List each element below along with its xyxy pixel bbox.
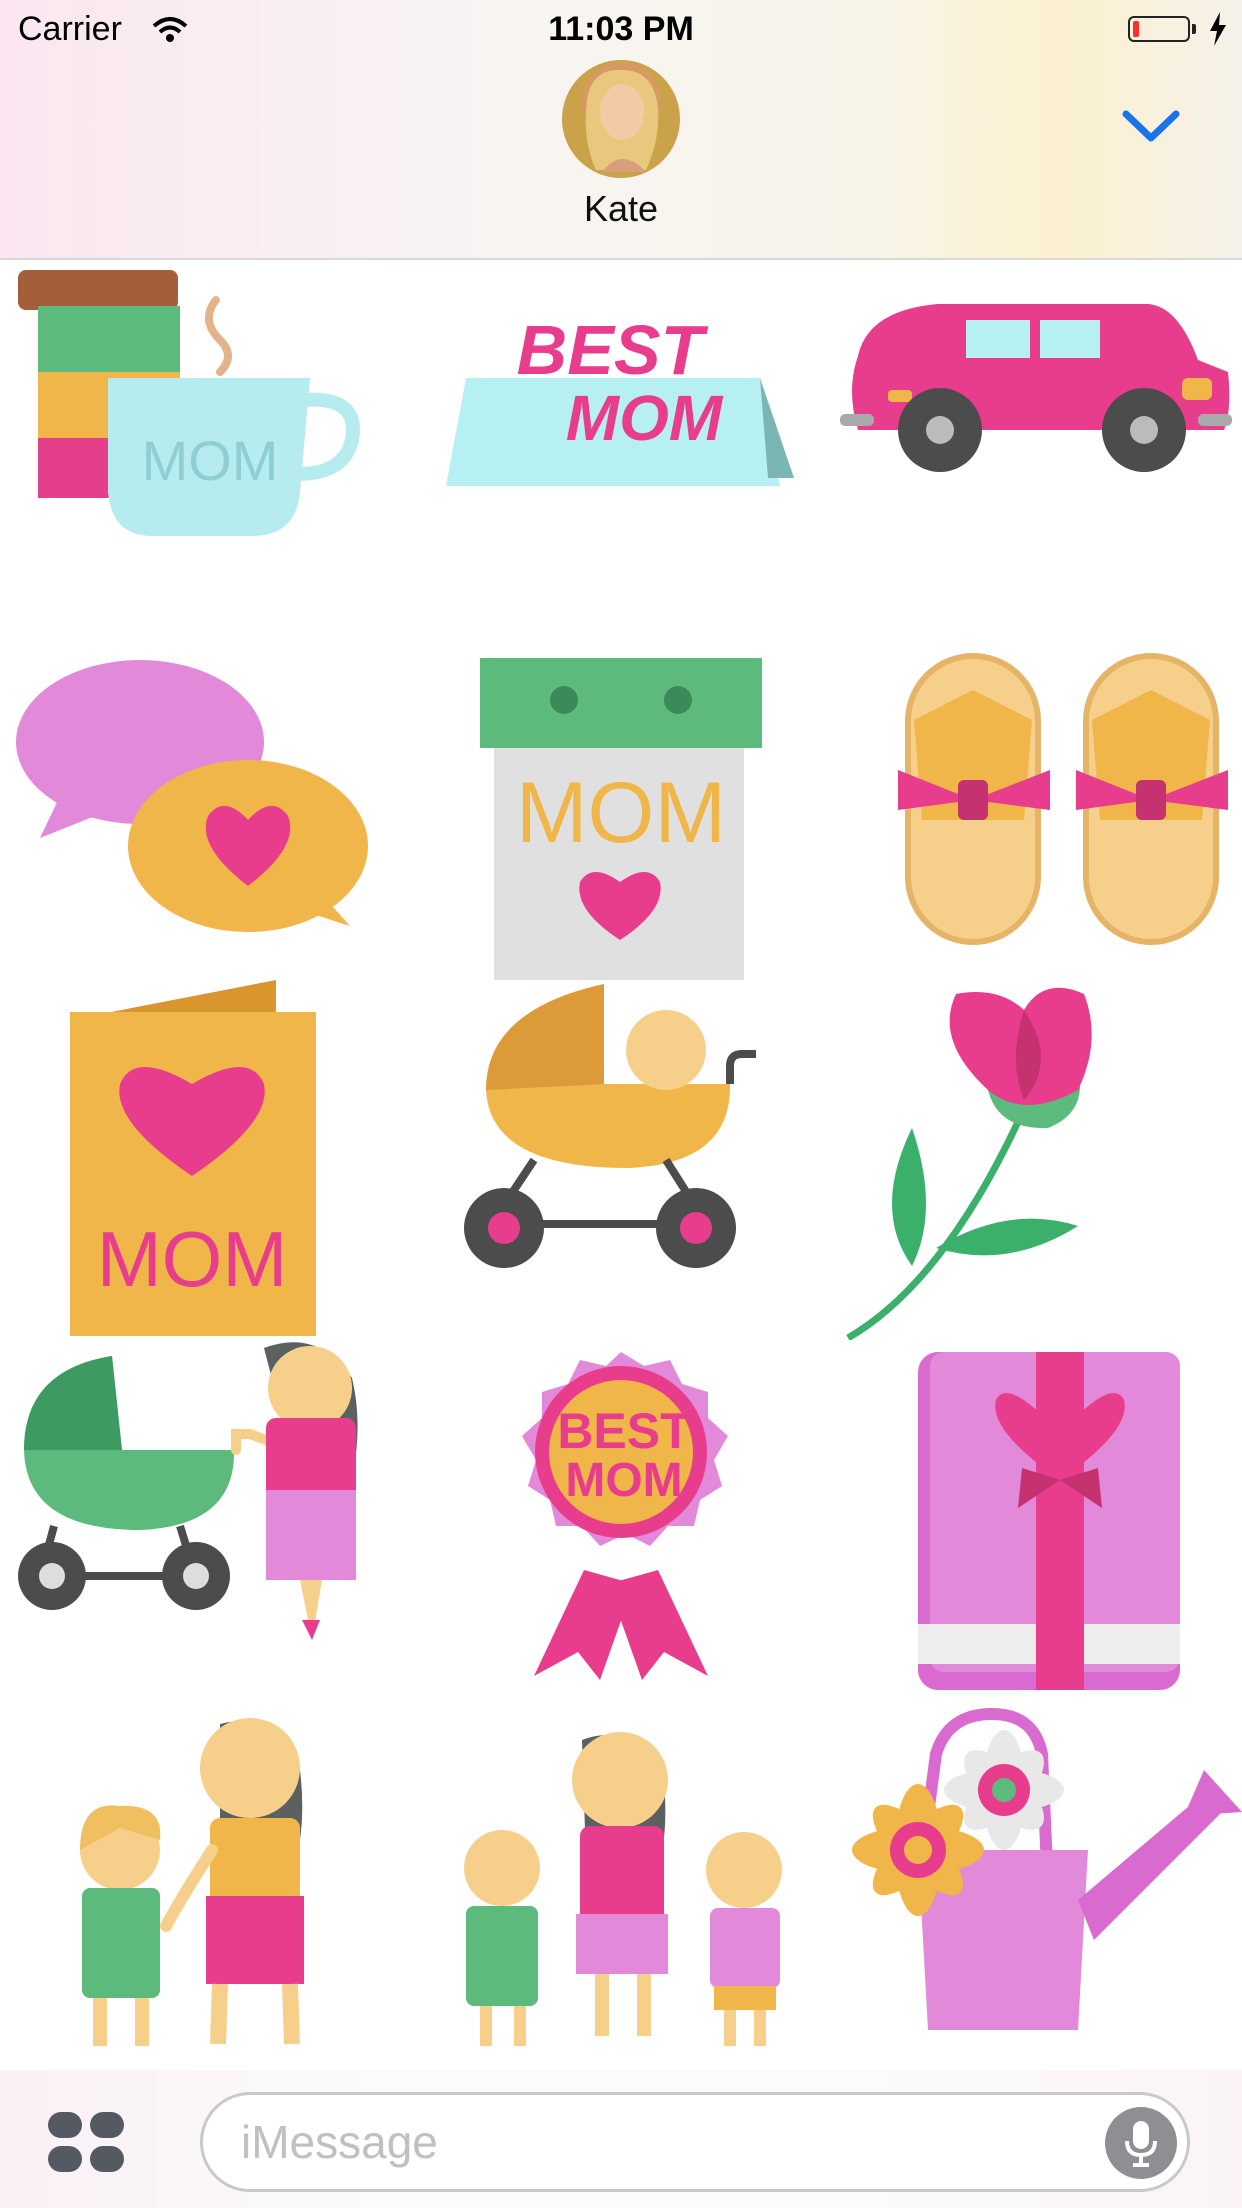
sticker-badge-line1: BEST [557, 1403, 690, 1459]
message-field[interactable] [200, 2092, 1190, 2192]
app-drawer-icon[interactable] [46, 2110, 126, 2174]
microphone-icon[interactable] [1105, 2107, 1177, 2179]
sticker-mom-and-child[interactable] [0, 1700, 414, 2060]
charging-bolt-icon [1208, 12, 1228, 55]
sticker-mom-calendar[interactable]: MOM [414, 620, 828, 980]
battery-icon [1128, 16, 1190, 42]
conversation-header: Carrier 11:03 PM Kate [0, 0, 1242, 260]
sticker-watering-can-flowers[interactable] [828, 1700, 1242, 2060]
sticker-mom-heart-card[interactable]: MOM [0, 980, 414, 1340]
sticker-mug-text: MOM [142, 429, 279, 492]
sticker-best-mom-badge[interactable]: BEST MOM [414, 1340, 828, 1700]
sticker-grid: MOM BEST MOM MOM MOM BEST MOM [0, 260, 1242, 2070]
contact-avatar[interactable] [562, 60, 680, 178]
sticker-pink-car[interactable] [828, 260, 1242, 620]
sticker-baby-stroller[interactable] [414, 980, 828, 1340]
sticker-mom-and-two-kids[interactable] [414, 1700, 828, 2060]
sticker-best-mom-sign[interactable]: BEST MOM [414, 260, 828, 620]
sticker-sign-line2: MOM [566, 382, 724, 454]
compose-bar [0, 2070, 1242, 2208]
sticker-mom-mug-and-books[interactable]: MOM [0, 260, 414, 620]
battery-tip [1192, 24, 1196, 34]
status-bar: Carrier 11:03 PM [0, 0, 1242, 60]
sticker-mom-with-stroller[interactable] [0, 1340, 414, 1700]
sticker-slippers[interactable] [828, 620, 1242, 980]
sticker-card-text: MOM [97, 1215, 288, 1303]
sticker-love-speech-bubbles[interactable] [0, 620, 414, 980]
sticker-pink-rose[interactable] [828, 980, 1242, 1342]
sticker-calendar-text: MOM [516, 765, 726, 861]
message-input[interactable] [239, 2109, 1043, 2175]
contact-name[interactable]: Kate [0, 188, 1242, 230]
sticker-sign-line1: BEST [517, 311, 709, 389]
chevron-down-icon[interactable] [1120, 106, 1182, 151]
sticker-gift-box[interactable] [828, 1340, 1242, 1700]
clock: 11:03 PM [548, 10, 694, 48]
sticker-badge-line2: MOM [565, 1454, 682, 1507]
